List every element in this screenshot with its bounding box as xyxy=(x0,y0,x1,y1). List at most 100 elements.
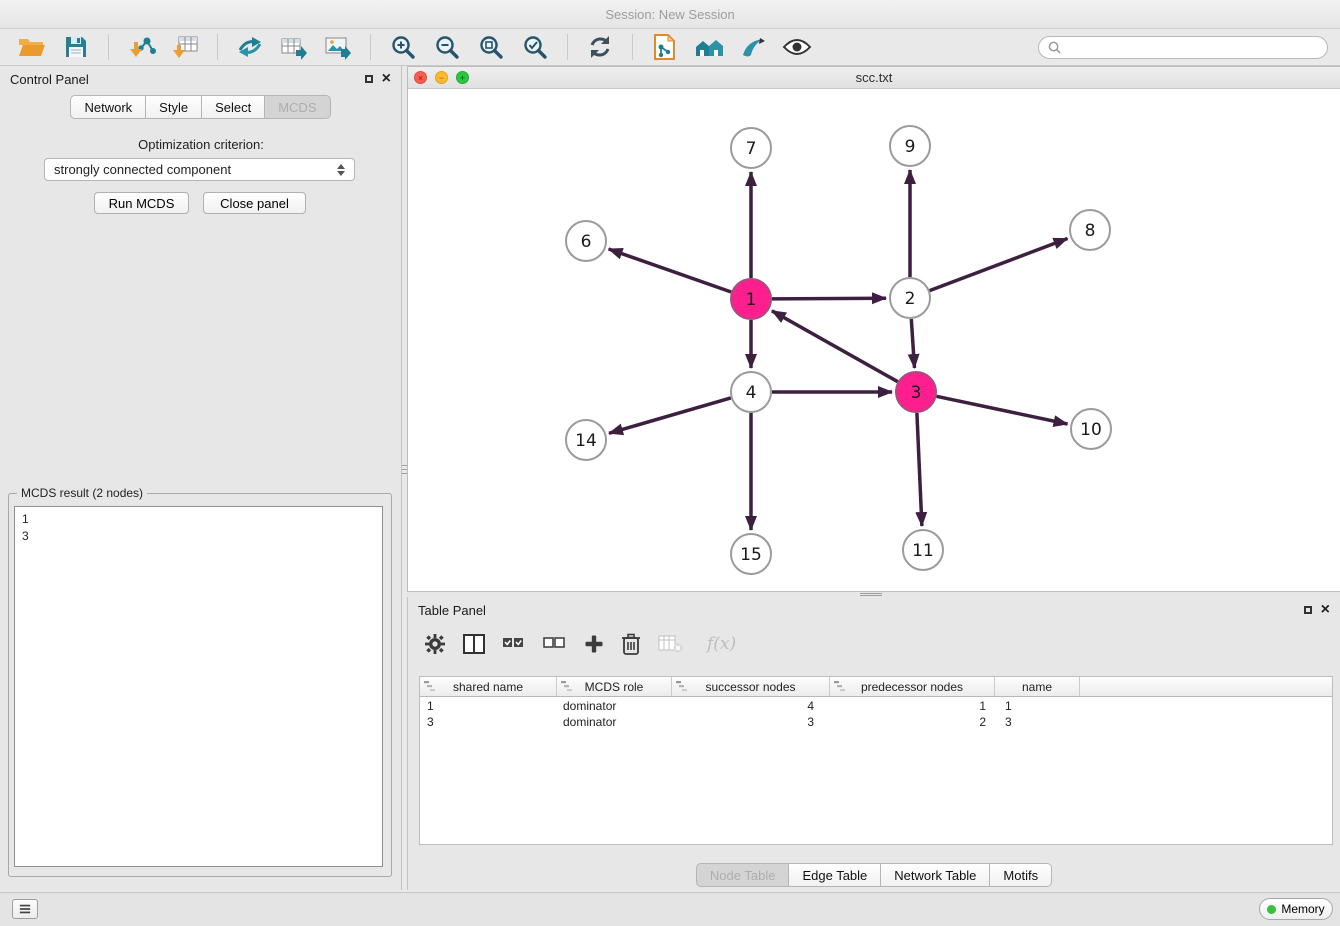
zoom-out-button[interactable] xyxy=(427,31,467,63)
cell-successor-nodes[interactable]: 3 xyxy=(672,714,830,730)
window-close-button[interactable]: × xyxy=(414,71,427,84)
edge-4-14[interactable] xyxy=(609,398,731,433)
cell-shared-name[interactable]: 3 xyxy=(420,714,557,730)
save-session-button[interactable] xyxy=(56,31,96,63)
node-4[interactable]: 4 xyxy=(731,372,771,412)
column-header-name[interactable]: name xyxy=(995,677,1080,696)
float-panel-button[interactable] xyxy=(365,75,373,83)
export-image-button[interactable] xyxy=(318,31,358,63)
node-2[interactable]: 2 xyxy=(890,278,930,318)
svg-text:4: 4 xyxy=(746,383,757,403)
edge-3-11[interactable] xyxy=(917,413,922,526)
svg-text:7: 7 xyxy=(746,139,757,159)
column-header-mcds-role[interactable]: MCDS role xyxy=(557,677,672,696)
column-header-shared-name[interactable]: shared name xyxy=(420,677,557,696)
node-11[interactable]: 11 xyxy=(903,530,943,570)
import-table-button[interactable] xyxy=(165,31,205,63)
refresh-button[interactable] xyxy=(580,31,620,63)
zoom-fit-icon xyxy=(478,34,504,60)
run-mcds-button[interactable]: Run MCDS xyxy=(94,192,189,214)
export-table-button[interactable] xyxy=(274,31,314,63)
save-icon xyxy=(64,35,88,59)
select-all-button[interactable] xyxy=(502,634,526,654)
home-button[interactable] xyxy=(689,31,729,63)
toolbar-separator xyxy=(370,34,371,60)
toolbar-separator xyxy=(108,34,109,60)
paint-button[interactable] xyxy=(733,31,773,63)
close-panel-button[interactable]: × xyxy=(382,71,391,87)
edge-1-6[interactable] xyxy=(609,249,732,292)
node-15[interactable]: 15 xyxy=(731,534,771,574)
memory-button[interactable]: Memory xyxy=(1259,898,1333,920)
tab-motifs[interactable]: Motifs xyxy=(989,863,1052,887)
open-session-button[interactable] xyxy=(12,31,52,63)
tab-edge-table[interactable]: Edge Table xyxy=(788,863,881,887)
table-row[interactable]: 1 dominator 4 1 1 xyxy=(420,698,1332,714)
node-1[interactable]: 1 xyxy=(731,279,771,319)
tab-select[interactable]: Select xyxy=(201,95,265,119)
import-network-button[interactable] xyxy=(121,31,161,63)
float-table-panel-button[interactable] xyxy=(1304,606,1312,614)
table-settings-button[interactable] xyxy=(424,633,446,655)
delete-column-button[interactable] xyxy=(621,633,641,655)
deselect-all-icon xyxy=(543,634,567,654)
column-header-predecessor-nodes[interactable]: predecessor nodes xyxy=(830,677,995,696)
status-bar: Memory xyxy=(0,892,1340,926)
function-builder-button[interactable]: f(x) xyxy=(701,633,742,655)
delete-table-button[interactable] xyxy=(658,634,684,654)
network-file-button[interactable] xyxy=(645,31,685,63)
mcds-result-list[interactable]: 1 3 xyxy=(14,506,383,867)
cell-predecessor-nodes[interactable]: 2 xyxy=(830,714,995,730)
close-table-panel-button[interactable]: × xyxy=(1321,602,1330,618)
zoom-fit-button[interactable] xyxy=(471,31,511,63)
edge-2-3[interactable] xyxy=(911,319,914,368)
cell-predecessor-nodes[interactable]: 1 xyxy=(830,698,995,714)
node-14[interactable]: 14 xyxy=(566,420,606,460)
cell-mcds-role[interactable]: dominator xyxy=(557,714,672,730)
tab-style[interactable]: Style xyxy=(145,95,202,119)
window-zoom-button[interactable]: + xyxy=(456,71,469,84)
show-columns-button[interactable] xyxy=(463,634,485,654)
edge-3-10[interactable] xyxy=(937,396,1068,424)
tab-network[interactable]: Network xyxy=(70,95,146,119)
cell-name[interactable]: 1 xyxy=(995,698,1080,714)
deselect-all-button[interactable] xyxy=(543,634,567,654)
node-10[interactable]: 10 xyxy=(1071,409,1111,449)
node-7[interactable]: 7 xyxy=(731,128,771,168)
node-3[interactable]: 3 xyxy=(896,372,936,412)
export-network-button[interactable] xyxy=(230,31,270,63)
column-header-successor-nodes[interactable]: successor nodes xyxy=(672,677,830,696)
node-6[interactable]: 6 xyxy=(566,221,606,261)
zoom-in-button[interactable] xyxy=(383,31,423,63)
add-column-button[interactable] xyxy=(584,634,604,654)
task-history-button[interactable] xyxy=(12,899,38,919)
open-folder-icon xyxy=(18,35,46,59)
search-input[interactable] xyxy=(1067,39,1318,56)
mcds-result-item[interactable]: 1 xyxy=(22,511,375,528)
cell-mcds-role[interactable]: dominator xyxy=(557,698,672,714)
cell-name[interactable]: 3 xyxy=(995,714,1080,730)
cell-shared-name[interactable]: 1 xyxy=(420,698,557,714)
tab-network-table[interactable]: Network Table xyxy=(880,863,990,887)
cell-successor-nodes[interactable]: 4 xyxy=(672,698,830,714)
table-panel-title: Table Panel xyxy=(418,603,486,618)
mcds-result-item[interactable]: 3 xyxy=(22,528,375,545)
table-row[interactable]: 3 dominator 3 2 3 xyxy=(420,714,1332,730)
network-canvas[interactable]: 7 9 6 8 1 2 4 3 14 10 15 11 xyxy=(408,89,1339,592)
node-8[interactable]: 8 xyxy=(1070,210,1110,250)
show-details-button[interactable] xyxy=(777,31,817,63)
tab-mcds[interactable]: MCDS xyxy=(264,95,330,119)
criterion-dropdown[interactable]: strongly connected component xyxy=(44,158,355,181)
search-box[interactable] xyxy=(1038,36,1328,59)
node-9[interactable]: 9 xyxy=(890,126,930,166)
window-minimize-button[interactable]: − xyxy=(435,71,448,84)
edge-1-2[interactable] xyxy=(772,298,886,299)
edge-2-8[interactable] xyxy=(930,239,1068,291)
table-panel-header: Table Panel × xyxy=(408,597,1340,623)
zoom-selected-button[interactable] xyxy=(515,31,555,63)
close-panel-button-secondary[interactable]: Close panel xyxy=(203,192,306,214)
toolbar-separator xyxy=(217,34,218,60)
tab-node-table[interactable]: Node Table xyxy=(696,863,790,887)
edge-3-1[interactable] xyxy=(772,311,898,382)
table-panel-tabs: Node Table Edge Table Network Table Moti… xyxy=(408,863,1340,887)
